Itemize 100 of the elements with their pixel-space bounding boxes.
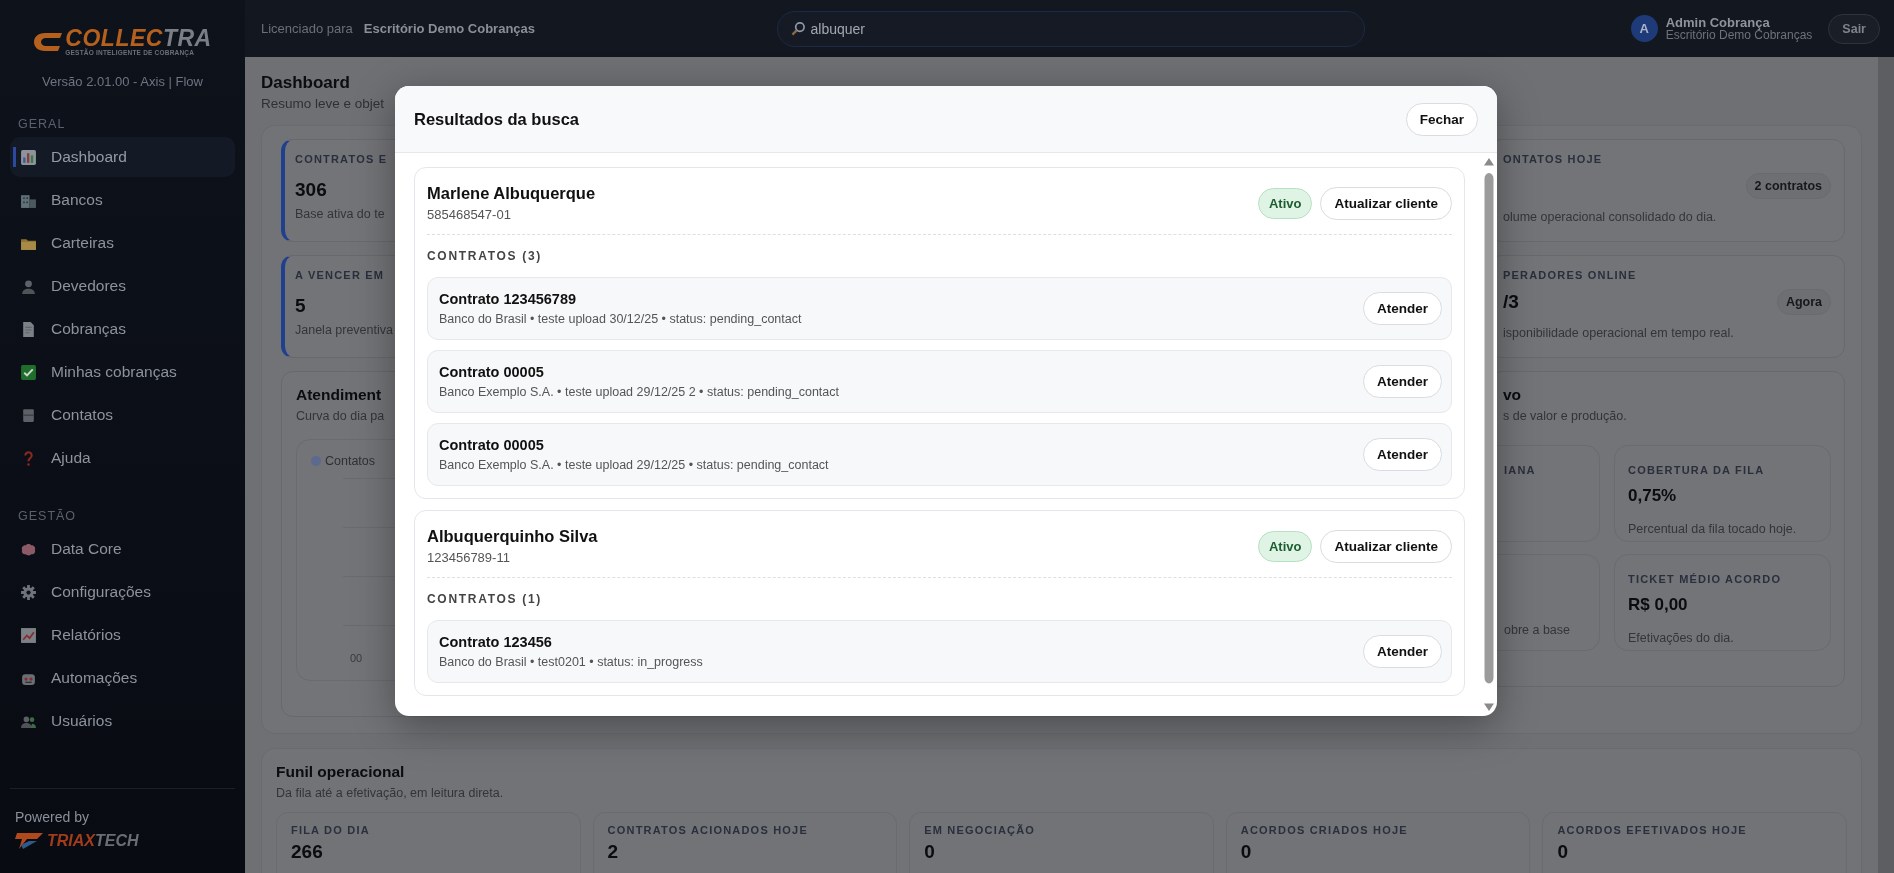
update-client-button[interactable]: Atualizar cliente bbox=[1320, 186, 1452, 220]
stat-badge: Agora bbox=[1776, 289, 1831, 315]
client-name: Marlene Albuquerque bbox=[427, 184, 596, 203]
stage-value: 0 bbox=[1557, 841, 1568, 863]
stat-label: A VENCER EM bbox=[295, 269, 385, 281]
stage-value: 0 bbox=[1240, 841, 1252, 863]
stage-value: 0 bbox=[924, 841, 935, 863]
status-badge: Ativo bbox=[1257, 187, 1313, 219]
contract-details: Banco Exemplo S.A. • teste upload 29/12/25 2 • status: pending_contact bbox=[439, 385, 839, 399]
panel-subtitle: Da fila até a efetivação, em leitura direta. bbox=[276, 786, 504, 800]
logout-button[interactable]: Sair bbox=[1828, 13, 1880, 44]
nav-section-title: GESTÃO bbox=[18, 509, 78, 523]
nav-item[interactable]: Usuários bbox=[10, 701, 235, 741]
close-button[interactable]: Fechar bbox=[1405, 102, 1478, 136]
stage-label: CONTRATOS ACIONADOS HOJE bbox=[607, 824, 808, 836]
stat-note: Janela preventiva bbox=[295, 323, 393, 337]
nav-item[interactable]: Configurações bbox=[10, 572, 235, 612]
contract-details: Banco Exemplo S.A. • teste upload 29/12/25 • status: pending_contact bbox=[439, 458, 829, 472]
contract-title: Contrato 00005 bbox=[439, 437, 545, 453]
attend-button[interactable]: Atender bbox=[1363, 365, 1442, 398]
metric-note: Percentual da fila tocado hoje. bbox=[1628, 522, 1797, 536]
attend-button[interactable]: Atender bbox=[1363, 438, 1442, 471]
metric-label: IANA bbox=[1504, 464, 1536, 476]
client-id: 123456789-11 bbox=[427, 550, 511, 565]
panel-subtitle: Curva do dia pa bbox=[296, 409, 385, 423]
metric-label: TICKET MÉDIO ACORDO bbox=[1628, 573, 1782, 585]
stage-value: 2 bbox=[607, 841, 619, 863]
gear-icon bbox=[20, 583, 37, 601]
license-label: Licenciado para bbox=[261, 21, 353, 36]
logo-wordmark: COLLECTRA bbox=[65, 27, 212, 49]
stage-label: ACORDOS EFETIVADOS HOJE bbox=[1557, 824, 1747, 836]
nav-item[interactable]: Relatórios bbox=[10, 615, 235, 655]
stat-value: /3 bbox=[1503, 291, 1519, 313]
user-avatar: A bbox=[1630, 15, 1658, 42]
metric-note: Efetivações do dia. bbox=[1628, 631, 1734, 645]
page-subtitle: Resumo leve e objet bbox=[261, 96, 385, 111]
contract-title: Contrato 123456 bbox=[439, 634, 553, 650]
nav-item[interactable]: Minhas cobranças bbox=[10, 352, 235, 392]
legend-dot-icon bbox=[311, 456, 321, 466]
stat-label: CONTRATOS E bbox=[295, 153, 388, 165]
nav-item[interactable]: Dashboard bbox=[10, 137, 235, 177]
attend-button[interactable]: Atender bbox=[1363, 635, 1442, 668]
nav-item[interactable]: Contatos bbox=[10, 395, 235, 435]
status-badge: Ativo bbox=[1257, 530, 1313, 562]
logo-icon bbox=[15, 831, 45, 851]
stage-value: 266 bbox=[291, 841, 323, 863]
metric-note: obre a base bbox=[1504, 623, 1571, 637]
stat-note: isponibilidade operacional em tempo real. bbox=[1503, 326, 1734, 340]
stage-label: ACORDOS CRIADOS HOJE bbox=[1240, 824, 1408, 836]
panel-title: vo bbox=[1503, 386, 1522, 404]
contract-title: Contrato 123456789 bbox=[439, 291, 577, 307]
checkbox-icon bbox=[20, 363, 37, 381]
nav-item[interactable]: Cobranças bbox=[10, 309, 235, 349]
panel-title: Funil operacional bbox=[276, 763, 405, 781]
powered-by-label: Powered by bbox=[15, 809, 90, 825]
contract-title: Contrato 00005 bbox=[439, 364, 545, 380]
bar-chart-icon bbox=[20, 148, 37, 166]
license-name: Escritório Demo Cobranças bbox=[363, 21, 535, 36]
stat-label: PERADORES ONLINE bbox=[1503, 269, 1637, 281]
stat-label: ONTATOS HOJE bbox=[1503, 153, 1603, 165]
panel-title: Atendiment bbox=[296, 386, 382, 404]
contracts-heading: CONTRATOS (1) bbox=[427, 592, 543, 606]
nav-item[interactable]: Ajuda bbox=[10, 438, 235, 478]
stat-value: 5 bbox=[295, 295, 306, 317]
logo-icon bbox=[33, 30, 64, 53]
nav-item[interactable]: Data Core bbox=[10, 529, 235, 569]
dialog-title: Resultados da busca bbox=[414, 109, 580, 129]
client-id: 585468547-01 bbox=[427, 207, 512, 222]
contract-details: Banco do Brasil • teste upload 30/12/25 • status: pending_contact bbox=[439, 312, 802, 326]
metric-value: 0,75% bbox=[1628, 486, 1677, 506]
scrollbar[interactable] bbox=[1878, 57, 1894, 873]
line-chart-icon bbox=[20, 626, 37, 644]
contract-details: Banco do Brasil • test0201 • status: in_progress bbox=[439, 655, 703, 669]
nav-item[interactable]: Bancos bbox=[10, 180, 235, 220]
stat-badge: 2 contratos bbox=[1745, 173, 1831, 199]
user-name: Admin Cobrança bbox=[1665, 15, 1771, 29]
stat-note: olume operacional consolidado do dia. bbox=[1503, 210, 1717, 224]
nav-item[interactable]: Devedores bbox=[10, 266, 235, 306]
attend-button[interactable]: Atender bbox=[1363, 292, 1442, 325]
person-icon bbox=[20, 277, 37, 295]
metric-label: COBERTURA DA FILA bbox=[1628, 464, 1765, 476]
search-field[interactable]: albuquer bbox=[776, 10, 1365, 47]
page-title: Dashboard bbox=[261, 73, 350, 93]
legend-label: Contatos bbox=[325, 454, 376, 468]
client-name: Albuquerquinho Silva bbox=[427, 527, 598, 546]
address-book-icon bbox=[20, 406, 37, 424]
document-icon bbox=[20, 320, 37, 338]
stat-value: 306 bbox=[295, 179, 327, 201]
logo-wordmark: TRIAXTECH bbox=[47, 832, 139, 850]
contracts-heading: CONTRATOS (3) bbox=[427, 249, 543, 263]
stage-label: EM NEGOCIAÇÃO bbox=[924, 824, 1036, 836]
nav-item[interactable]: Automações bbox=[10, 658, 235, 698]
nav-section-title: GERAL bbox=[18, 117, 67, 131]
update-client-button[interactable]: Atualizar cliente bbox=[1320, 529, 1452, 563]
metric-value: R$ 0,00 bbox=[1628, 595, 1688, 615]
stat-note: Base ativa do te bbox=[295, 207, 385, 221]
version-label: Versão 2.01.00 - Axis | Flow bbox=[41, 74, 204, 89]
search-icon bbox=[790, 20, 806, 36]
stage-label: FILA DO DIA bbox=[291, 824, 370, 836]
nav-item[interactable]: Carteiras bbox=[10, 223, 235, 263]
